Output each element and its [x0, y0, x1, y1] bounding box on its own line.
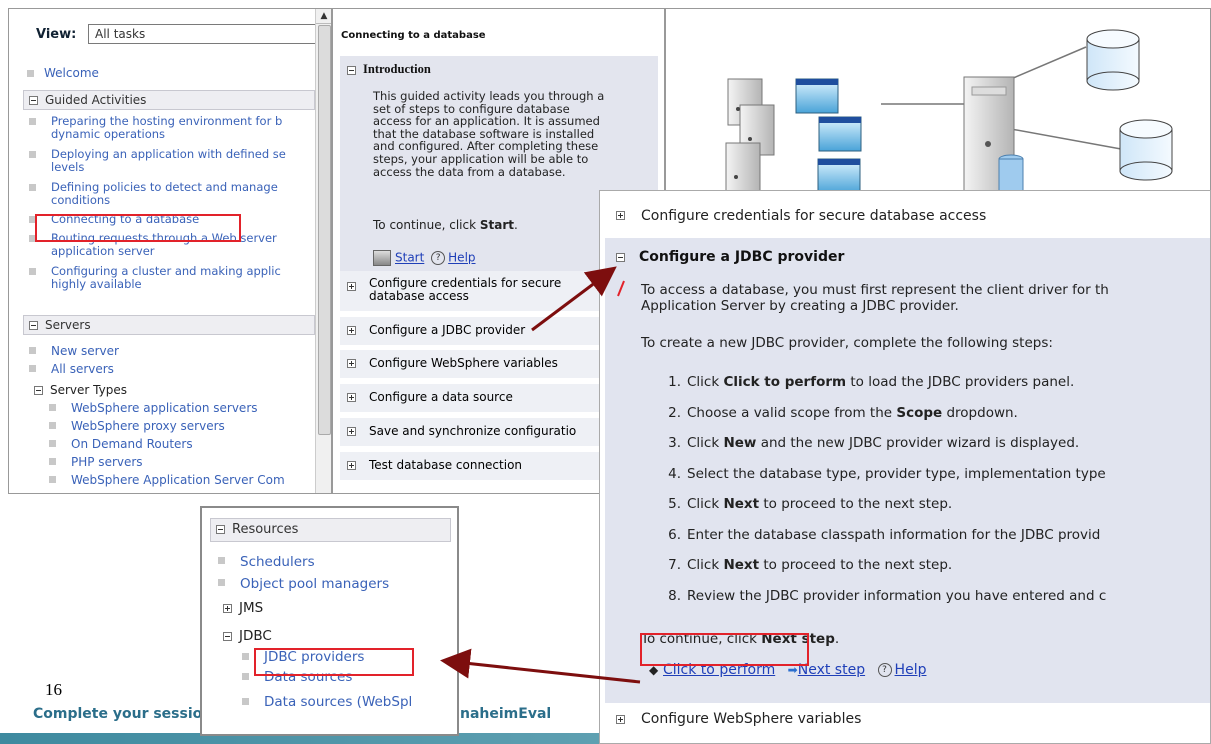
resource-item-jms[interactable]: JMS	[216, 597, 412, 619]
database-cylinder-icon	[1086, 29, 1140, 91]
scroll-thumb[interactable]	[318, 25, 331, 435]
view-label: View:	[36, 27, 77, 42]
footer-text-left: Complete your session	[33, 706, 213, 722]
servers-header[interactable]: Servers	[23, 315, 315, 335]
nav-scrollbar[interactable]: ▲	[315, 9, 331, 493]
jdbc-description: To access a database, you must first rep…	[641, 282, 1109, 314]
navigation-panel: View: All tasks Welcome Guided Activitie…	[8, 8, 332, 494]
highlight-click-to-perform	[640, 633, 809, 666]
topology-diagram-panel	[665, 8, 1211, 198]
help-icon[interactable]: ?	[431, 251, 446, 265]
step-item: 2. Choose a valid scope from the Scope dr…	[668, 404, 1018, 421]
resources-header[interactable]: Resources	[210, 518, 451, 542]
introduction-text: This guided activity leads you through a…	[373, 89, 605, 179]
expand-icon	[616, 211, 625, 220]
expand-icon	[347, 461, 356, 470]
help-link[interactable]: Help	[895, 662, 927, 678]
resource-item-schedulers[interactable]: Schedulers	[216, 551, 412, 573]
resources-panel: Resources Schedulers Object pool manager…	[200, 506, 459, 736]
help-icon[interactable]: ?	[877, 663, 892, 677]
application-window-icons	[795, 78, 862, 194]
view-select-value: All tasks	[95, 27, 146, 41]
guided-item-deploying[interactable]: Deploying an application with defined se…	[27, 148, 317, 181]
steps-list: 1. Click Click to perform to load the JDB…	[655, 367, 1106, 611]
guided-activities-header[interactable]: Guided Activities	[23, 90, 315, 110]
highlight-jdbc-providers	[254, 648, 414, 676]
app-server-stack-icon	[725, 78, 775, 197]
guided-list: Preparing the hosting environment for bd…	[27, 115, 317, 298]
expand-icon	[616, 715, 625, 724]
server-type-item[interactable]: WebSphere application servers	[27, 399, 285, 417]
view-bar: View: All tasks	[9, 9, 324, 59]
expand-icon	[223, 603, 232, 613]
collapse-icon	[616, 252, 625, 262]
server-type-item[interactable]: WebSphere proxy servers	[27, 417, 285, 435]
expand-icon	[347, 393, 356, 402]
expand-icon	[347, 359, 356, 368]
step-item: 4. Select the database type, provider typ…	[668, 465, 1106, 482]
collapse-icon	[29, 96, 38, 105]
server-item-new[interactable]: New server	[27, 342, 285, 360]
zoom-section-credentials[interactable]: Configure credentials for secure databas…	[605, 199, 1210, 233]
slide-number: 16	[45, 680, 62, 699]
expand-icon	[347, 326, 356, 335]
server-type-item[interactable]: WebSphere Application Server Com	[27, 471, 285, 489]
steps-intro: To create a new JDBC provider, complete …	[641, 335, 1053, 351]
resources-list: Schedulers Object pool managers JMS JDBC…	[216, 551, 412, 717]
welcome-link[interactable]: Welcome	[27, 66, 99, 80]
resource-item-object-pool[interactable]: Object pool managers	[216, 573, 412, 595]
server-type-item[interactable]: On Demand Routers	[27, 435, 285, 453]
highlight-connecting-database	[35, 214, 241, 242]
start-icon	[373, 250, 391, 266]
step-item: 7. Click Next to proceed to the next step…	[668, 557, 953, 573]
start-link[interactable]: Start	[395, 251, 424, 265]
collapse-icon	[347, 65, 356, 75]
collapse-icon	[34, 386, 43, 395]
continue-instruction: To continue, click Start.	[373, 218, 518, 232]
server-type-item[interactable]: PHP servers	[27, 453, 285, 471]
collapse-icon	[216, 525, 225, 534]
topology-diagram	[725, 29, 1173, 197]
step-item: 6. Enter the database classpath informati…	[668, 526, 1101, 543]
database-cylinder-icon	[1119, 119, 1173, 181]
server-types-header[interactable]: Server Types	[27, 381, 285, 399]
step-item: 3. Click New and the new JDBC provider wi…	[668, 435, 1080, 451]
scroll-up-arrow-icon[interactable]: ▲	[316, 9, 331, 24]
servers-list: New server All servers Server Types WebS…	[27, 342, 285, 489]
guided-item-hosting[interactable]: Preparing the hosting environment for bd…	[27, 115, 317, 148]
collapse-icon	[29, 321, 38, 330]
collapse-icon	[223, 631, 232, 641]
expand-icon	[347, 282, 356, 291]
step-item: 1. Click Click to perform to load the JDB…	[668, 374, 1075, 390]
step-item: 5. Click Next to proceed to the next step…	[668, 496, 953, 512]
jdbc-item-data-sources-websphere[interactable]: Data sources (WebSpl	[216, 687, 412, 717]
zoom-section-websphere-variables[interactable]: Configure WebSphere variables	[605, 705, 1210, 735]
resource-item-jdbc[interactable]: JDBC	[216, 625, 412, 647]
expand-icon	[347, 427, 356, 436]
start-row: Start ? Help	[373, 250, 476, 266]
footer-text-right: naheimEval	[460, 706, 552, 722]
guided-item-cluster[interactable]: Configuring a cluster and making applic h…	[27, 265, 317, 298]
activity-title: Connecting to a database	[341, 30, 486, 41]
jdbc-provider-header[interactable]: Configure a JDBC provider	[616, 249, 844, 265]
server-item-all[interactable]: All servers	[27, 360, 285, 378]
help-link[interactable]: Help	[448, 251, 475, 265]
database-server-icon	[963, 76, 1024, 196]
view-select[interactable]: All tasks	[88, 24, 324, 44]
introduction-header[interactable]: Introduction	[347, 62, 431, 77]
guided-item-policies[interactable]: Defining policies to detect and manage co…	[27, 181, 317, 213]
step-item: 8. Review the JDBC provider information y…	[668, 587, 1107, 604]
